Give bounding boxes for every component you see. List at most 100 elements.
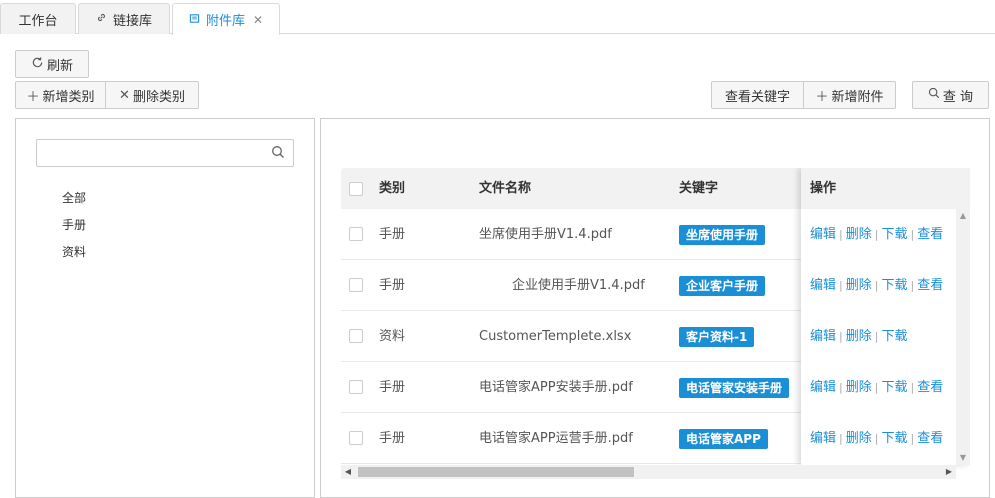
row-checkbox[interactable] — [349, 329, 363, 343]
separator: | — [839, 330, 843, 343]
view-keyword-button[interactable]: 查看关键字 — [711, 81, 804, 109]
header-category: 类别 — [379, 181, 406, 196]
view-link[interactable]: 查看 — [917, 380, 943, 395]
delete-link[interactable]: 删除 — [846, 380, 872, 395]
horizontal-scrollbar[interactable]: ◀ ▶ — [341, 465, 956, 479]
row-actions: 编辑 | 删除 | 下载 — [810, 311, 907, 362]
refresh-button[interactable]: 刷新 — [15, 50, 89, 78]
scroll-left-icon[interactable]: ◀ — [341, 465, 355, 479]
refresh-label: 刷新 — [46, 58, 73, 74]
keyword-tag: 电话管家APP — [679, 428, 768, 449]
row-checkbox[interactable] — [349, 380, 363, 394]
tab-bar: 工作台 链接库 附件库 ✕ — [0, 0, 995, 35]
scroll-thumb[interactable] — [358, 467, 634, 477]
close-icon: ✕ — [119, 87, 130, 103]
download-link[interactable]: 下载 — [881, 278, 907, 293]
separator: | — [874, 381, 879, 394]
cell-filename: 坐席使用手册V1.4.pdf — [479, 227, 612, 242]
tab-label: 工作台 — [18, 13, 58, 29]
query-button[interactable]: 查 询 — [912, 81, 989, 109]
search-icon — [928, 87, 940, 103]
edit-link[interactable]: 编辑 — [810, 380, 836, 395]
category-search-input[interactable] — [37, 140, 257, 166]
view-keyword-label: 查看关键字 — [724, 89, 790, 105]
delete-category-label: 删除类别 — [132, 89, 185, 105]
cell-keyword: 电话管家APP — [679, 413, 768, 464]
separator: | — [839, 432, 843, 445]
search-icon[interactable] — [271, 145, 285, 159]
separator: | — [874, 330, 879, 343]
category-search-box — [36, 139, 294, 167]
row-actions: 编辑 | 删除 | 下载 | 查看 — [810, 260, 943, 311]
cell-category: 手册 — [379, 278, 406, 293]
delete-link[interactable]: 删除 — [846, 431, 872, 446]
cell-filename: 电话管家APP安装手册.pdf — [479, 380, 633, 395]
attachment-table: 类别 文件名称 关键字 手册 坐席使用手册V1.4.pdf 坐席使用手册 手册 企业使用… — [341, 168, 970, 482]
cell-keyword: 客户资料-1 — [679, 311, 755, 362]
category-panel: 全部 手册 资料 — [15, 118, 315, 498]
cell-category: 手册 — [379, 431, 406, 446]
edit-link[interactable]: 编辑 — [810, 431, 836, 446]
tree-item-all[interactable]: 全部 — [62, 187, 86, 214]
view-link[interactable]: 查看 — [917, 431, 943, 446]
scroll-down-icon[interactable]: ▼ — [956, 451, 970, 465]
attachment-panel: 类别 文件名称 关键字 手册 坐席使用手册V1.4.pdf 坐席使用手册 手册 企业使用… — [320, 118, 990, 498]
delete-link[interactable]: 删除 — [846, 278, 872, 293]
add-attachment-button[interactable]: ＋ 新增附件 — [804, 81, 896, 109]
separator: | — [910, 228, 915, 241]
separator: | — [839, 279, 843, 292]
tree-item-manual[interactable]: 手册 — [62, 214, 86, 241]
add-category-button[interactable]: ＋ 新增类别 — [15, 81, 106, 109]
delete-category-button[interactable]: ✕ 删除类别 — [106, 81, 199, 109]
tab-workbench[interactable]: 工作台 — [0, 3, 76, 34]
separator: | — [910, 432, 915, 445]
tab-link-library[interactable]: 链接库 — [78, 3, 170, 34]
cell-keyword: 企业客户手册 — [679, 260, 766, 311]
cell-category: 手册 — [379, 227, 406, 242]
category-tree: 全部 手册 资料 — [62, 187, 86, 268]
scroll-right-icon[interactable]: ▶ — [942, 465, 956, 479]
delete-link[interactable]: 删除 — [846, 329, 872, 344]
tab-label: 附件库 — [205, 14, 245, 29]
header-keyword: 关键字 — [679, 181, 719, 196]
keyword-tag: 电话管家安装手册 — [679, 377, 790, 398]
separator: | — [874, 228, 879, 241]
scroll-up-icon[interactable]: ▲ — [956, 209, 970, 223]
row-checkbox[interactable] — [349, 278, 363, 292]
download-link[interactable]: 下载 — [881, 431, 907, 446]
actions-column: 操作 编辑 | 删除 | 下载 | 查看 编辑 | 删除 | 下载 | 查看 编辑 | 删除 | 下载 编辑 | 删除 | 下… — [801, 168, 970, 465]
cell-filename: 企业使用手册V1.4.pdf — [512, 278, 645, 293]
download-link[interactable]: 下载 — [881, 227, 907, 242]
row-actions: 编辑 | 删除 | 下载 | 查看 — [810, 413, 943, 464]
view-link[interactable]: 查看 — [917, 227, 943, 242]
keyword-tag: 坐席使用手册 — [679, 224, 766, 245]
cell-category: 资料 — [379, 329, 406, 344]
separator: | — [874, 432, 879, 445]
tree-item-material[interactable]: 资料 — [62, 241, 86, 268]
view-link[interactable]: 查看 — [917, 278, 943, 293]
header-actions: 操作 — [810, 181, 837, 196]
vertical-scrollbar[interactable]: ▲ ▼ — [956, 209, 970, 465]
row-checkbox[interactable] — [349, 227, 363, 241]
plus-icon: ＋ — [26, 89, 40, 105]
keyword-tag: 企业客户手册 — [679, 275, 766, 296]
cell-filename: CustomerTemplete.xlsx — [479, 329, 632, 344]
download-link[interactable]: 下载 — [881, 329, 907, 344]
add-category-label: 新增类别 — [42, 89, 95, 105]
download-link[interactable]: 下载 — [881, 380, 907, 395]
row-actions: 编辑 | 删除 | 下载 | 查看 — [810, 209, 943, 260]
edit-link[interactable]: 编辑 — [810, 278, 836, 293]
row-checkbox[interactable] — [349, 431, 363, 445]
select-all-checkbox[interactable] — [349, 182, 363, 196]
separator: | — [874, 279, 879, 292]
plus-icon: ＋ — [815, 89, 829, 105]
tab-label: 链接库 — [112, 13, 152, 29]
tab-attachment-library[interactable]: 附件库 ✕ — [172, 3, 280, 35]
edit-link[interactable]: 编辑 — [810, 227, 836, 242]
cell-filename: 电话管家APP运营手册.pdf — [479, 431, 633, 446]
edit-link[interactable]: 编辑 — [810, 329, 836, 344]
attachment-button-group: 查看关键字 ＋ 新增附件 — [711, 81, 896, 109]
delete-link[interactable]: 删除 — [846, 227, 872, 242]
close-icon[interactable]: ✕ — [253, 13, 263, 27]
separator: | — [839, 381, 843, 394]
